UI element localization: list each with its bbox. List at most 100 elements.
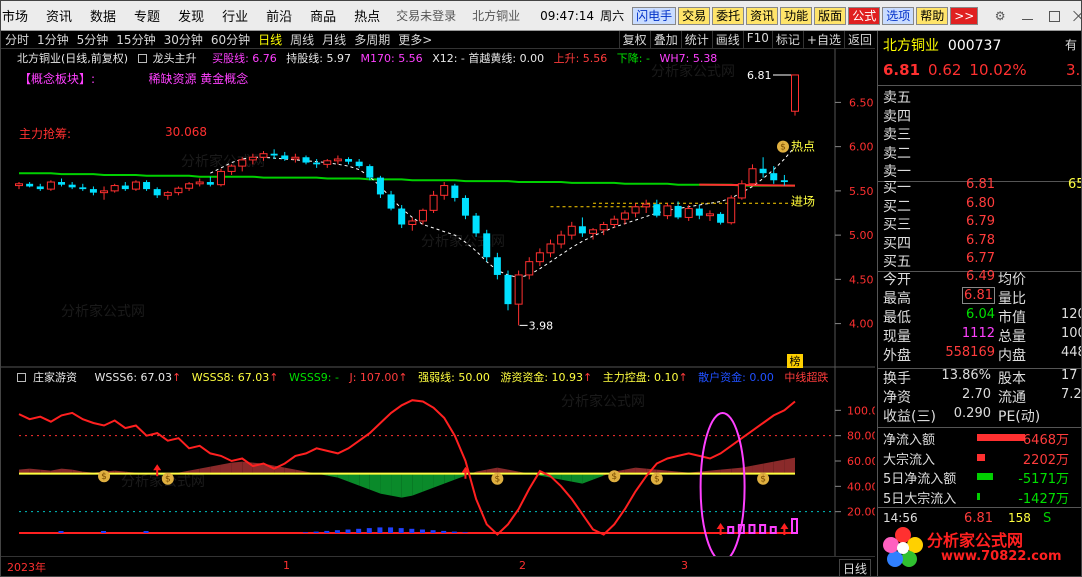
period-more[interactable]: 更多>	[398, 31, 432, 48]
menu-item[interactable]: 市场	[2, 6, 28, 25]
flow-area	[433, 473, 445, 488]
stat-value: 13.86%	[941, 368, 991, 383]
trade-button[interactable]: 交易	[678, 6, 711, 25]
retail-bar	[441, 530, 447, 533]
more-tools-button[interactable]: >>	[950, 6, 979, 25]
function-button[interactable]: 功能	[780, 6, 813, 25]
candle-body	[504, 274, 512, 305]
candle-body	[121, 185, 129, 190]
flow-area	[337, 473, 349, 482]
period-monthly[interactable]: 月线	[322, 31, 346, 48]
add-watchlist-button[interactable]: +自选	[802, 31, 844, 48]
buy-row[interactable]: 买三 6.79	[883, 214, 1081, 233]
retail-bar	[366, 528, 372, 533]
retail-bar	[303, 532, 309, 533]
order-button[interactable]: 委托	[712, 6, 745, 25]
period-60min[interactable]: 60分钟	[211, 31, 250, 48]
menu-item[interactable]: 发现	[178, 6, 204, 25]
flow-area	[412, 473, 423, 496]
buy-row[interactable]: 买四 6.78	[883, 233, 1081, 252]
wsss-line	[18, 399, 796, 536]
sell-label: 卖二	[883, 145, 911, 162]
options-button[interactable]: 选项	[882, 6, 915, 25]
menu-item[interactable]: 行业	[222, 6, 248, 25]
candle-body	[15, 183, 23, 187]
period-15min[interactable]: 15分钟	[116, 31, 155, 48]
menu-item[interactable]: 热点	[354, 6, 380, 25]
period-weekly[interactable]: 周线	[290, 31, 314, 48]
m170-line	[699, 183, 796, 187]
candle-body	[291, 156, 300, 160]
f10-button[interactable]: F10	[742, 31, 772, 48]
sell-row[interactable]: 卖五	[883, 87, 1081, 106]
buy-row[interactable]: 买二 6.80	[883, 196, 1081, 215]
flow-area	[391, 473, 402, 498]
back-button[interactable]: 返回	[843, 31, 875, 48]
minimize-icon[interactable]	[1020, 9, 1033, 23]
money-flow-row: 大宗流入 2202万	[883, 449, 1081, 468]
adjust-button[interactable]: 复权	[618, 31, 650, 48]
retail-bar	[462, 532, 468, 533]
divider	[878, 85, 1081, 86]
sell-row[interactable]: 卖二	[883, 143, 1081, 162]
y-tick-label: 4.00	[849, 318, 874, 331]
menu-item[interactable]: 专题	[134, 6, 160, 25]
stat-label-2: 量比	[998, 291, 1026, 307]
candle-body	[791, 74, 799, 112]
candle-body	[620, 212, 629, 220]
candle-body	[110, 185, 119, 192]
login-status[interactable]: 交易未登录	[396, 7, 456, 24]
layout-button[interactable]: 版面	[814, 6, 847, 25]
period-daily[interactable]: 日线	[258, 31, 282, 48]
retail-bar	[409, 528, 415, 533]
flash-trade-button[interactable]: 闪电手	[632, 6, 677, 25]
formula-button[interactable]: 公式	[848, 6, 881, 25]
buy-row[interactable]: 买一 6.81 65	[883, 177, 1081, 196]
sub-indicator-name[interactable]: 庄家游资	[17, 371, 84, 384]
buy-price: 6.81	[966, 177, 995, 192]
menu-item[interactable]: 前沿	[266, 6, 292, 25]
sell-row[interactable]: 卖三	[883, 124, 1081, 143]
divider	[878, 427, 1081, 428]
gear-icon[interactable]: ⚙	[994, 9, 1006, 23]
period-switch-button[interactable]: 日线	[839, 559, 872, 576]
period-toolbar: 分时 1分钟 5分钟 15分钟 30分钟 60分钟 日线 周线 月线 多周期 更…	[1, 31, 875, 49]
chart-area[interactable]: 4.00 4.50 5.00 5.50 6.00 6.50 6.81 3.98 热点进场 $ 榜 20…	[1, 49, 875, 556]
quote-tab[interactable]: 有	[1058, 33, 1081, 57]
candle-body	[717, 213, 725, 223]
maximize-icon[interactable]	[1046, 9, 1060, 23]
period-5min[interactable]: 5分钟	[77, 31, 109, 48]
stat-value-2: 448	[1061, 345, 1081, 360]
candle-body	[313, 162, 321, 165]
y-tick-label: 6.50	[849, 96, 874, 109]
stat-value-2: 100	[1061, 326, 1081, 341]
retail-bar	[356, 528, 362, 533]
menu-item[interactable]: 资讯	[46, 6, 72, 25]
news-button[interactable]: 资讯	[746, 6, 779, 25]
period-1min[interactable]: 1分钟	[37, 31, 69, 48]
menu-item[interactable]: 数据	[90, 6, 116, 25]
period-multi[interactable]: 多周期	[354, 31, 390, 48]
quote-title: 北方铜业 000737	[883, 35, 1001, 55]
draw-button[interactable]: 画线	[711, 31, 743, 48]
period-30min[interactable]: 30分钟	[164, 31, 203, 48]
hot-money-value: 游资资金: 10.93	[500, 371, 584, 384]
buy-row[interactable]: 买五 6.77	[883, 251, 1081, 270]
help-button[interactable]: 帮助	[916, 6, 949, 25]
mark-button[interactable]: 标记	[771, 31, 803, 48]
period-intraday[interactable]: 分时	[5, 31, 29, 48]
candle-body	[663, 205, 672, 217]
candle-body	[248, 156, 257, 161]
flow-area	[571, 473, 583, 484]
settings-box-icon	[17, 373, 26, 382]
candle-body	[376, 177, 384, 195]
control-bar	[748, 524, 756, 534]
buy-price: 6.79	[966, 214, 995, 229]
menu-item[interactable]: 商品	[310, 6, 336, 25]
close-icon[interactable]	[1071, 9, 1081, 23]
stat-value: 6.04	[923, 307, 995, 322]
sell-row[interactable]: 卖四	[883, 106, 1081, 125]
flow-area	[348, 473, 360, 486]
overlay-button[interactable]: 叠加	[649, 31, 681, 48]
stats-button[interactable]: 统计	[680, 31, 712, 48]
